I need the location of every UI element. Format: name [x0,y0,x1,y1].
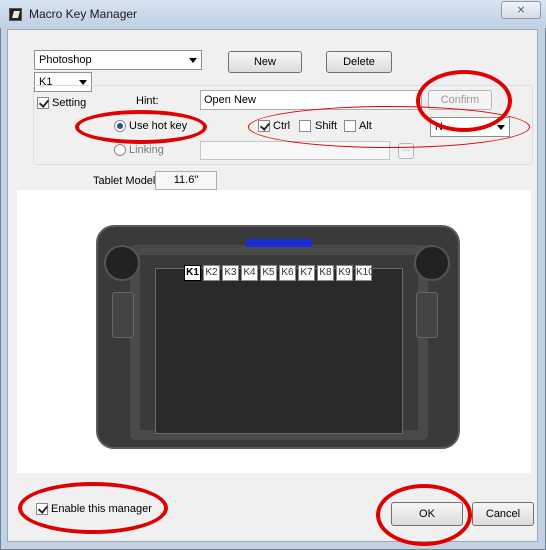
window-title: Macro Key Manager [29,7,138,21]
cancel-button[interactable]: Cancel [472,502,534,526]
ctrl-checkbox[interactable] [258,120,270,132]
macro-key-k7[interactable]: K7 [298,265,315,281]
right-dial-icon [414,245,450,281]
use-hotkey-radio[interactable] [114,120,126,132]
setting-checkbox[interactable] [37,97,49,109]
macro-key-k1[interactable]: K1 [184,265,201,281]
shift-label: Shift [315,120,338,132]
macro-key-k8[interactable]: K8 [317,265,334,281]
left-side-buttons [112,292,134,338]
macro-key-k9[interactable]: K9 [336,265,353,281]
macro-key-row: K1 K2 K3 K4 K5 K6 K7 K8 K9 K10 [184,265,374,281]
macro-key-k6[interactable]: K6 [279,265,296,281]
ok-button[interactable]: OK [391,502,463,526]
linking-radio[interactable] [114,144,126,156]
alt-label: Alt [359,120,372,132]
alt-checkbox[interactable] [344,120,356,132]
hotkey-value: N [435,121,443,133]
browse-button[interactable]: ... [398,143,414,159]
enable-manager-label: Enable this manager [51,503,152,515]
linking-label: Linking [129,144,164,156]
macro-key-k10[interactable]: K10 [355,265,374,281]
use-hotkey-label: Use hot key [129,120,188,132]
macro-key-k3[interactable]: K3 [222,265,239,281]
left-dial-icon [104,245,140,281]
new-button[interactable]: New [228,51,302,73]
delete-button[interactable]: Delete [326,51,392,73]
shift-checkbox[interactable] [299,120,311,132]
close-button[interactable]: ⨯ [501,1,541,19]
tablet-model-value: 11.6" [155,171,217,190]
app-icon [9,8,22,21]
hint-value: Open New [204,94,256,106]
profile-value: Photoshop [39,54,92,66]
setting-label: Setting [52,97,87,109]
ctrl-label: Ctrl [273,120,291,132]
hint-label: Hint: [136,95,159,107]
macro-key-k5[interactable]: K5 [260,265,277,281]
profile-dropdown[interactable]: Photoshop [34,50,202,70]
tablet-led-indicator [246,239,312,247]
tablet-active-area [155,268,403,434]
chevron-down-icon [497,125,505,130]
macro-key-k2[interactable]: K2 [203,265,220,281]
hotkey-dropdown[interactable]: N [430,117,510,137]
enable-manager-checkbox[interactable] [36,503,48,515]
macro-key-k4[interactable]: K4 [241,265,258,281]
confirm-button[interactable]: Confirm [428,90,492,110]
right-side-buttons [416,292,438,338]
linking-path-input[interactable] [200,141,390,160]
tablet-model-label: Tablet Model: [93,175,159,187]
chevron-down-icon [189,58,197,63]
hint-input[interactable]: Open New [200,90,422,110]
close-icon: ⨯ [516,4,526,16]
